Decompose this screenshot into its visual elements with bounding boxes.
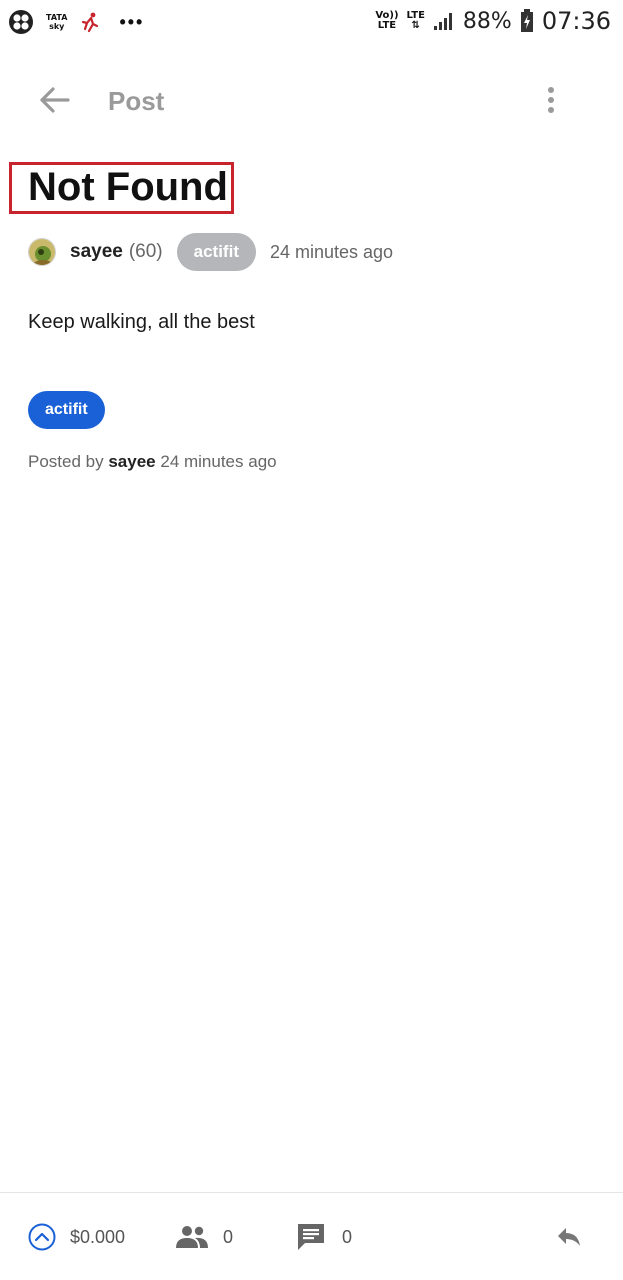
lte-indicator: LTE ⇅ (407, 11, 425, 31)
author-name[interactable]: sayee (70, 241, 123, 263)
more-options-button[interactable] (537, 80, 565, 120)
posted-by-time: 24 minutes ago (160, 452, 277, 471)
comments-button[interactable]: 0 (296, 1221, 352, 1253)
post-title: Not Found (28, 165, 228, 209)
tag-chip[interactable]: actifit (28, 391, 105, 429)
community-badge[interactable]: actifit (176, 233, 256, 271)
app-icon (9, 10, 33, 34)
comments-count: 0 (342, 1226, 353, 1247)
avatar-image (29, 239, 55, 265)
avatar[interactable] (28, 238, 56, 266)
back-button[interactable] (30, 80, 78, 120)
reply-button[interactable] (556, 1221, 582, 1253)
status-bar-left: TATA sky ••• (8, 8, 144, 36)
upvote-button[interactable]: $0.000 (28, 1221, 125, 1253)
people-icon (176, 1226, 208, 1248)
page-title: Post (108, 86, 165, 116)
reply-icon (558, 1228, 580, 1246)
volte-indicator: Vo)) LTE (375, 11, 398, 31)
comment-icon (298, 1224, 324, 1250)
voters-button[interactable]: 0 (175, 1221, 233, 1253)
runner-icon (82, 12, 99, 33)
app-header: Post (0, 66, 623, 136)
arrow-left-icon (40, 87, 70, 113)
author-reputation: (60) (128, 241, 163, 262)
posted-by-prefix: Posted by (28, 452, 104, 471)
more-vertical-icon (548, 87, 554, 113)
data-arrows-icon: ⇅ (411, 20, 420, 31)
status-bar: TATA sky ••• Vo)) LTE LTE ⇅ 88% 07:36 (0, 0, 623, 44)
battery-icon (520, 9, 533, 32)
post-meta: sayee (60) actifit 24 minutes ago (28, 232, 393, 272)
signal-icon (433, 13, 452, 30)
post-time: 24 minutes ago (269, 241, 394, 262)
posted-by-author[interactable]: sayee (108, 452, 155, 471)
tatasky-icon: TATA sky (46, 13, 67, 31)
bottom-action-bar: $0.000 0 0 (0, 1192, 623, 1280)
posted-by-line: Posted by sayee 24 minutes ago (28, 452, 277, 472)
more-notifications-icon: ••• (119, 11, 145, 32)
tatasky-line2: sky (49, 22, 65, 31)
payout-value: $0.000 (70, 1226, 126, 1247)
voters-count: 0 (223, 1226, 234, 1247)
clock: 07:36 (541, 7, 611, 35)
status-bar-right: Vo)) LTE LTE ⇅ 88% 07:36 (375, 6, 611, 36)
battery-percent: 88% (462, 8, 512, 34)
volte-line2: LTE (377, 20, 397, 31)
upvote-icon (28, 1223, 56, 1251)
post-body: Keep walking, all the best (28, 311, 255, 333)
tatasky-line1: TATA (46, 13, 68, 22)
